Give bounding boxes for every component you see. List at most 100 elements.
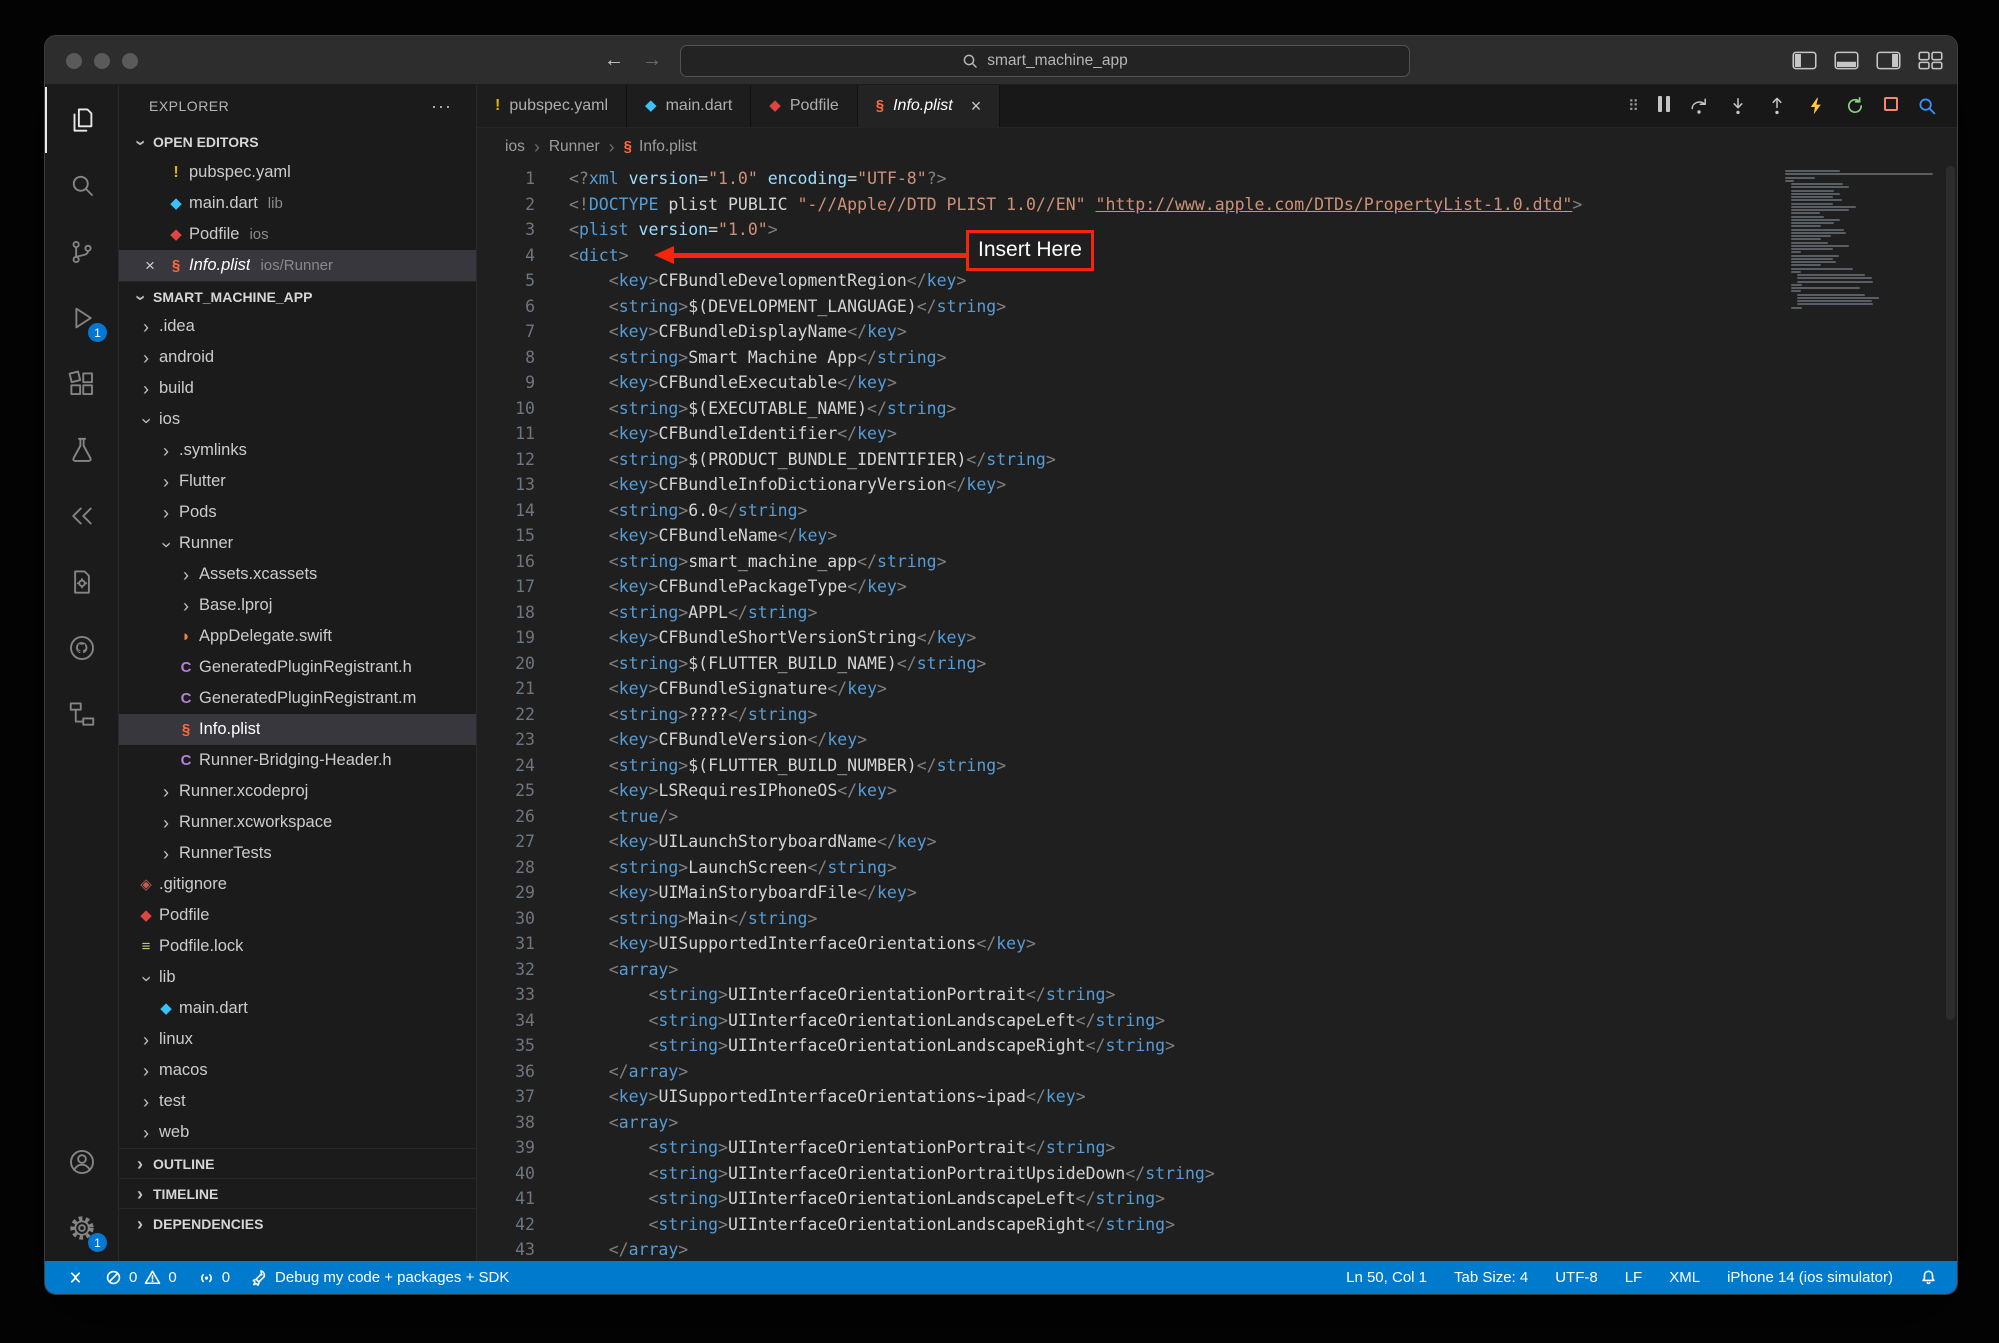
code-line[interactable]: 13 <key>CFBundleInfoDictionaryVersion</k… xyxy=(477,472,1957,498)
step-out-button[interactable] xyxy=(1767,96,1787,116)
debug-config-selector[interactable]: Debug my code + packages + SDK xyxy=(251,1269,509,1286)
code-line[interactable]: 11 <key>CFBundleIdentifier</key> xyxy=(477,421,1957,447)
activity-back-chevrons-button[interactable] xyxy=(45,483,118,549)
code-line[interactable]: 25 <key>LSRequiresIPhoneOS</key> xyxy=(477,778,1957,804)
code-line[interactable]: 6 <string>$(DEVELOPMENT_LANGUAGE)</strin… xyxy=(477,294,1957,320)
open-editor-main.dart[interactable]: ◆main.dartlib xyxy=(119,188,476,219)
code-line[interactable]: 42 <string>UIInterfaceOrientationLandsca… xyxy=(477,1212,1957,1238)
language-mode[interactable]: XML xyxy=(1669,1269,1700,1286)
tree-item-main.dart[interactable]: ◆main.dart xyxy=(119,993,476,1024)
tree-item-.gitignore[interactable]: ◈.gitignore xyxy=(119,869,476,900)
dependencies-header[interactable]: › DEPENDENCIES xyxy=(119,1208,476,1238)
activity-explorer-button[interactable] xyxy=(45,87,118,153)
code-line[interactable]: 35 <string>UIInterfaceOrientationLandsca… xyxy=(477,1033,1957,1059)
tree-item-Runner.xcworkspace[interactable]: ›Runner.xcworkspace xyxy=(119,807,476,838)
navigate-forward-button[interactable]: → xyxy=(639,36,665,85)
tree-item-GeneratedPluginRegistrant.m[interactable]: CGeneratedPluginRegistrant.m xyxy=(119,683,476,714)
tree-item-Assets.xcassets[interactable]: ›Assets.xcassets xyxy=(119,559,476,590)
indentation-setting[interactable]: Tab Size: 4 xyxy=(1454,1269,1528,1286)
eol-setting[interactable]: LF xyxy=(1625,1269,1643,1286)
close-icon[interactable]: × xyxy=(137,256,163,276)
code-line[interactable]: 19 <key>CFBundleShortVersionString</key> xyxy=(477,625,1957,651)
activity-hierarchy-button[interactable] xyxy=(45,681,118,747)
activity-settings-button[interactable]: 1 xyxy=(45,1195,118,1261)
code-line[interactable]: 12 <string>$(PRODUCT_BUNDLE_IDENTIFIER)<… xyxy=(477,447,1957,473)
traffic-light-minimize-button[interactable] xyxy=(94,53,110,69)
timeline-header[interactable]: › TIMELINE xyxy=(119,1178,476,1208)
activity-extensions-button[interactable] xyxy=(45,351,118,417)
code-line[interactable]: 32 <array> xyxy=(477,957,1957,983)
tree-item-build[interactable]: ›build xyxy=(119,373,476,404)
layout-sidebar-right-button[interactable] xyxy=(1876,51,1901,70)
tab-Podfile[interactable]: ◆Podfile xyxy=(751,85,857,127)
close-icon[interactable]: × xyxy=(971,96,982,117)
cursor-position[interactable]: Ln 50, Col 1 xyxy=(1346,1269,1427,1286)
device-selector[interactable]: iPhone 14 (ios simulator) xyxy=(1727,1269,1893,1286)
scrollbar-thumb[interactable] xyxy=(1946,166,1955,1020)
code-line[interactable]: 33 <string>UIInterfaceOrientationPortrai… xyxy=(477,982,1957,1008)
remote-indicator[interactable] xyxy=(67,1269,84,1286)
tree-item-ios[interactable]: ›ios xyxy=(119,404,476,435)
grip-button[interactable]: ⠿ xyxy=(1628,97,1639,116)
code-line[interactable]: 30 <string>Main</string> xyxy=(477,906,1957,932)
code-line[interactable]: 24 <string>$(FLUTTER_BUILD_NUMBER)</stri… xyxy=(477,753,1957,779)
more-actions-icon[interactable]: ··· xyxy=(431,96,452,117)
tree-item-Pods[interactable]: ›Pods xyxy=(119,497,476,528)
breadcrumb-item[interactable]: ios xyxy=(505,138,525,156)
activity-run-debug-button[interactable]: 1 xyxy=(45,285,118,351)
open-editor-Podfile[interactable]: ◆Podfileios xyxy=(119,219,476,250)
hot-reload-button[interactable] xyxy=(1806,96,1826,116)
problems-indicator[interactable]: 0 0 xyxy=(105,1269,177,1286)
tree-item-android[interactable]: ›android xyxy=(119,342,476,373)
open-editors-header[interactable]: › OPEN EDITORS xyxy=(119,127,476,157)
code-editor[interactable]: 1<?xml version="1.0" encoding="UTF-8"?>2… xyxy=(477,166,1957,1261)
layout-sidebar-left-button[interactable] xyxy=(1792,51,1817,70)
breadcrumb-file[interactable]: §Info.plist xyxy=(624,138,697,156)
code-line[interactable]: 18 <string>APPL</string> xyxy=(477,600,1957,626)
activity-account-button[interactable] xyxy=(45,1129,118,1195)
activity-testing-button[interactable] xyxy=(45,417,118,483)
inspector-button[interactable] xyxy=(1917,96,1937,116)
tree-item-macos[interactable]: ›macos xyxy=(119,1055,476,1086)
code-line[interactable]: 7 <key>CFBundleDisplayName</key> xyxy=(477,319,1957,345)
code-line[interactable]: 28 <string>LaunchScreen</string> xyxy=(477,855,1957,881)
tree-item-test[interactable]: ›test xyxy=(119,1086,476,1117)
tree-item-Runner.xcodeproj[interactable]: ›Runner.xcodeproj xyxy=(119,776,476,807)
traffic-light-close-button[interactable] xyxy=(66,53,82,69)
layout-customize-button[interactable] xyxy=(1918,51,1943,70)
layout-panel-button[interactable] xyxy=(1834,51,1859,70)
notifications-bell[interactable] xyxy=(1920,1269,1937,1286)
tree-item-lib[interactable]: ›lib xyxy=(119,962,476,993)
step-into-button[interactable] xyxy=(1728,96,1748,116)
tree-item-Runner-Bridging-Header.h[interactable]: CRunner-Bridging-Header.h xyxy=(119,745,476,776)
stop-button[interactable] xyxy=(1884,97,1898,116)
ports-indicator[interactable]: 0 xyxy=(198,1269,230,1286)
tree-item-AppDelegate.swift[interactable]: ◗AppDelegate.swift xyxy=(119,621,476,652)
code-line[interactable]: 43 </array> xyxy=(477,1237,1957,1261)
code-line[interactable]: 10 <string>$(EXECUTABLE_NAME)</string> xyxy=(477,396,1957,422)
outline-header[interactable]: › OUTLINE xyxy=(119,1148,476,1178)
code-line[interactable]: 27 <key>UILaunchStoryboardName</key> xyxy=(477,829,1957,855)
code-line[interactable]: 39 <string>UIInterfaceOrientationPortrai… xyxy=(477,1135,1957,1161)
tree-item-Base.lproj[interactable]: ›Base.lproj xyxy=(119,590,476,621)
open-editor-Info.plist[interactable]: ×§Info.plistios/Runner xyxy=(119,250,476,281)
code-line[interactable]: 38 <array> xyxy=(477,1110,1957,1136)
code-line[interactable]: 23 <key>CFBundleVersion</key> xyxy=(477,727,1957,753)
editor-scrollbar[interactable] xyxy=(1943,166,1957,1261)
encoding-setting[interactable]: UTF-8 xyxy=(1555,1269,1598,1286)
tree-item-linux[interactable]: ›linux xyxy=(119,1024,476,1055)
project-header[interactable]: › SMART_MACHINE_APP xyxy=(119,281,476,311)
code-line[interactable]: 20 <string>$(FLUTTER_BUILD_NAME)</string… xyxy=(477,651,1957,677)
tree-item-.idea[interactable]: ›.idea xyxy=(119,311,476,342)
activity-search-button[interactable] xyxy=(45,153,118,219)
tree-item-.symlinks[interactable]: ›.symlinks xyxy=(119,435,476,466)
command-center-search[interactable]: smart_machine_app xyxy=(680,45,1410,77)
breadcrumb-item[interactable]: Runner xyxy=(549,138,600,156)
code-line[interactable]: 3<plist version="1.0"> xyxy=(477,217,1957,243)
code-line[interactable]: 2<!DOCTYPE plist PUBLIC "-//Apple//DTD P… xyxy=(477,192,1957,218)
tree-item-Podfile[interactable]: ◆Podfile xyxy=(119,900,476,931)
tree-item-Info.plist[interactable]: §Info.plist xyxy=(119,714,476,745)
code-line[interactable]: 8 <string>Smart Machine App</string> xyxy=(477,345,1957,371)
code-line[interactable]: 14 <string>6.0</string> xyxy=(477,498,1957,524)
code-line[interactable]: 22 <string>????</string> xyxy=(477,702,1957,728)
